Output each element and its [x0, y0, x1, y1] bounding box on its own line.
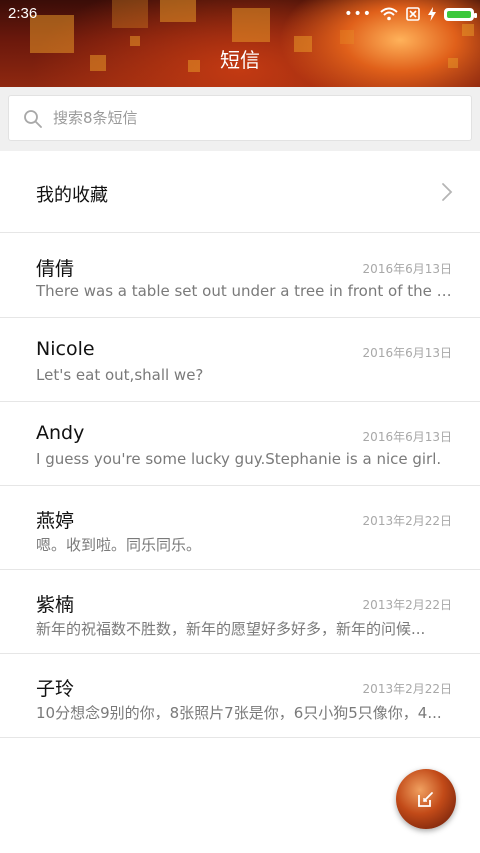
message-item[interactable]: 倩倩 2016年6月13日 There was a table set out …: [0, 234, 480, 318]
contact-name: Nicole: [36, 338, 95, 360]
message-item[interactable]: 紫楠 2013年2月22日 新年的祝福数不胜数，新年的愿望好多好多，新年的问候.…: [0, 570, 480, 654]
contact-name: Andy: [36, 422, 85, 444]
message-date: 2013年2月22日: [362, 514, 452, 528]
message-preview: 新年的祝福数不胜数，新年的愿望好多好多，新年的问候...: [36, 620, 426, 638]
message-preview: 10分想念9别的你，8张照片7张是你，6只小狗5只像你，4...: [36, 704, 442, 722]
more-dots-icon: •••: [344, 6, 372, 22]
message-list: 倩倩 2016年6月13日 There was a table set out …: [0, 234, 480, 738]
message-preview: Let's eat out,shall we?: [36, 366, 204, 384]
message-item[interactable]: 燕婷 2013年2月22日 嗯。收到啦。同乐同乐。: [0, 486, 480, 570]
charging-icon: [428, 7, 436, 21]
chevron-right-icon: [442, 183, 453, 201]
status-time: 2:36: [8, 5, 38, 22]
contact-name: 紫楠: [36, 594, 75, 616]
message-preview: I guess you're some lucky guy.Stephanie …: [36, 450, 442, 468]
search-icon: [24, 110, 42, 128]
header-bar: 2:36 ••• 短信: [0, 0, 480, 87]
search-area: [0, 87, 480, 151]
compose-button[interactable]: [396, 769, 456, 829]
search-box[interactable]: [8, 95, 472, 141]
favorites-row[interactable]: 我的收藏: [0, 151, 480, 233]
message-date: 2013年2月22日: [362, 598, 452, 612]
favorites-label: 我的收藏: [36, 185, 108, 206]
search-input[interactable]: [53, 96, 453, 140]
contact-name: 倩倩: [36, 258, 75, 280]
decor-square: [340, 30, 354, 44]
message-item[interactable]: Nicole 2016年6月13日 Let's eat out,shall we…: [0, 318, 480, 402]
contact-name: 子玲: [36, 678, 75, 700]
message-date: 2016年6月13日: [362, 262, 452, 276]
no-sim-icon: [406, 7, 420, 21]
page-title: 短信: [220, 48, 260, 72]
compose-icon: [418, 792, 433, 807]
contact-name: 燕婷: [36, 510, 75, 532]
message-item[interactable]: Andy 2016年6月13日 I guess you're some luck…: [0, 402, 480, 486]
message-preview: 嗯。收到啦。同乐同乐。: [36, 536, 202, 554]
message-preview: There was a table set out under a tree i…: [36, 282, 456, 300]
wifi-icon: [380, 7, 398, 21]
message-date: 2013年2月22日: [362, 682, 452, 696]
message-date: 2016年6月13日: [362, 430, 452, 444]
message-item[interactable]: 子玲 2013年2月22日 10分想念9别的你，8张照片7张是你，6只小狗5只像…: [0, 654, 480, 738]
message-date: 2016年6月13日: [362, 346, 452, 360]
status-bar: 2:36 •••: [0, 0, 480, 28]
battery-icon: [444, 7, 477, 21]
